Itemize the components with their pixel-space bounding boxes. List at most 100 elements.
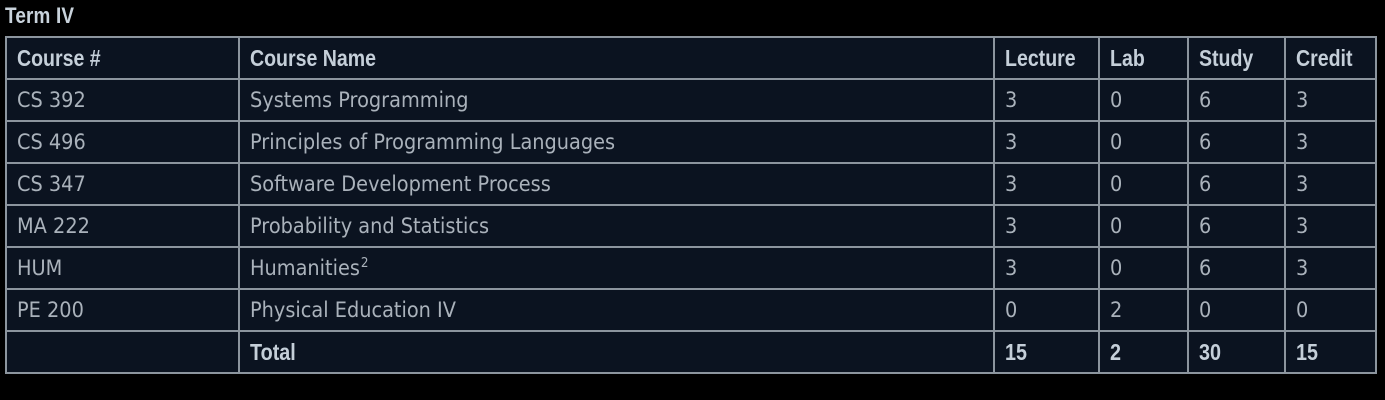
credit-hours: 3 xyxy=(1296,172,1309,196)
cell-lecture: 3 xyxy=(993,246,1100,290)
cell-study: 6 xyxy=(1187,162,1286,206)
cell-lecture: 3 xyxy=(993,162,1100,206)
total-credit-hours: 15 xyxy=(1296,338,1319,365)
cell-lab: 0 xyxy=(1098,120,1189,164)
cell-lab: 0 xyxy=(1098,78,1189,122)
header-study-label: Study xyxy=(1199,44,1254,71)
table-row: PE 200 Physical Education IV 0 2 0 0 xyxy=(5,288,1377,332)
cell-study: 0 xyxy=(1187,288,1286,332)
table-row: CS 496 Principles of Programming Languag… xyxy=(5,120,1377,164)
study-hours: 6 xyxy=(1199,214,1212,238)
total-study-hours: 30 xyxy=(1199,338,1222,365)
cell-study: 6 xyxy=(1187,246,1286,290)
course-name: Systems Programming xyxy=(250,88,469,112)
lab-hours: 0 xyxy=(1110,172,1123,196)
cell-credit: 3 xyxy=(1284,78,1377,122)
cell-course-name: Principles of Programming Languages xyxy=(238,120,995,164)
header-credit: Credit xyxy=(1284,36,1377,80)
study-hours: 0 xyxy=(1199,298,1212,322)
cell-course-name: Probability and Statistics xyxy=(238,204,995,248)
cell-credit: 3 xyxy=(1284,120,1377,164)
cell-lecture: 3 xyxy=(993,78,1100,122)
cell-lab: 0 xyxy=(1098,246,1189,290)
cell-course-number: CS 392 xyxy=(5,78,240,122)
header-row: Course # Course Name Lecture Lab Study C… xyxy=(5,36,1377,80)
cell-credit: 3 xyxy=(1284,246,1377,290)
header-lab: Lab xyxy=(1098,36,1189,80)
cell-lecture: 3 xyxy=(993,204,1100,248)
cell-course-number: MA 222 xyxy=(5,204,240,248)
lecture-hours: 3 xyxy=(1005,256,1018,280)
lab-hours: 0 xyxy=(1110,256,1123,280)
credit-hours: 3 xyxy=(1296,130,1309,154)
lecture-hours: 3 xyxy=(1005,88,1018,112)
total-row: Total 15 2 30 15 xyxy=(5,330,1377,374)
cell-study: 6 xyxy=(1187,120,1286,164)
study-hours: 6 xyxy=(1199,256,1212,280)
table-row: MA 222 Probability and Statistics 3 0 6 … xyxy=(5,204,1377,248)
cell-total-lab: 2 xyxy=(1098,330,1189,374)
study-hours: 6 xyxy=(1199,172,1212,196)
course-name-with-footnote: Humanities2 xyxy=(250,256,368,280)
course-number: CS 347 xyxy=(17,172,86,196)
header-course-name: Course Name xyxy=(238,36,995,80)
footnote-marker: 2 xyxy=(360,256,369,271)
study-hours: 6 xyxy=(1199,130,1212,154)
table-row: HUM Humanities2 3 0 6 3 xyxy=(5,246,1377,290)
cell-course-name: Software Development Process xyxy=(238,162,995,206)
cell-course-number: PE 200 xyxy=(5,288,240,332)
table-row: CS 347 Software Development Process 3 0 … xyxy=(5,162,1377,206)
header-lecture-label: Lecture xyxy=(1005,44,1076,71)
term-title: Term IV xyxy=(5,3,75,28)
cell-course-number: CS 347 xyxy=(5,162,240,206)
cell-lab: 2 xyxy=(1098,288,1189,332)
header-lab-label: Lab xyxy=(1110,44,1145,71)
cell-lab: 0 xyxy=(1098,162,1189,206)
total-label: Total xyxy=(250,338,296,365)
cell-total-lecture: 15 xyxy=(993,330,1100,374)
header-course-number-label: Course # xyxy=(17,44,101,71)
cell-credit: 3 xyxy=(1284,204,1377,248)
credit-hours: 3 xyxy=(1296,256,1309,280)
header-course-number: Course # xyxy=(5,36,240,80)
course-name: Software Development Process xyxy=(250,172,551,196)
study-hours: 6 xyxy=(1199,88,1212,112)
credit-hours: 3 xyxy=(1296,214,1309,238)
cell-credit: 0 xyxy=(1284,288,1377,332)
course-number: PE 200 xyxy=(17,298,84,322)
page: Term IV Course # Course Name Lecture Lab… xyxy=(0,0,1385,400)
course-number: MA 222 xyxy=(17,214,90,238)
course-name: Probability and Statistics xyxy=(250,214,490,238)
cell-course-name: Physical Education IV xyxy=(238,288,995,332)
lecture-hours: 3 xyxy=(1005,214,1018,238)
course-number: CS 496 xyxy=(17,130,86,154)
cell-total-label: Total xyxy=(238,330,995,374)
cell-course-name: Humanities2 xyxy=(238,246,995,290)
cell-credit: 3 xyxy=(1284,162,1377,206)
cell-total-study: 30 xyxy=(1187,330,1286,374)
total-lecture-hours: 15 xyxy=(1005,338,1028,365)
lab-hours: 0 xyxy=(1110,88,1123,112)
header-credit-label: Credit xyxy=(1296,44,1353,71)
header-lecture: Lecture xyxy=(993,36,1100,80)
cell-lecture: 3 xyxy=(993,120,1100,164)
lecture-hours: 3 xyxy=(1005,130,1018,154)
cell-course-number: CS 496 xyxy=(5,120,240,164)
lab-hours: 0 xyxy=(1110,214,1123,238)
cell-course-number: HUM xyxy=(5,246,240,290)
course-name: Humanities xyxy=(250,256,360,280)
course-name: Physical Education IV xyxy=(250,298,456,322)
credit-hours: 0 xyxy=(1296,298,1309,322)
lab-hours: 2 xyxy=(1110,298,1123,322)
cell-study: 6 xyxy=(1187,78,1286,122)
cell-total-empty xyxy=(5,330,240,374)
cell-study: 6 xyxy=(1187,204,1286,248)
cell-lecture: 0 xyxy=(993,288,1100,332)
lab-hours: 0 xyxy=(1110,130,1123,154)
cell-course-name: Systems Programming xyxy=(238,78,995,122)
lecture-hours: 0 xyxy=(1005,298,1018,322)
course-number: HUM xyxy=(17,256,63,280)
course-table: Course # Course Name Lecture Lab Study C… xyxy=(5,36,1377,374)
cell-total-credit: 15 xyxy=(1284,330,1377,374)
header-course-name-label: Course Name xyxy=(250,44,377,71)
